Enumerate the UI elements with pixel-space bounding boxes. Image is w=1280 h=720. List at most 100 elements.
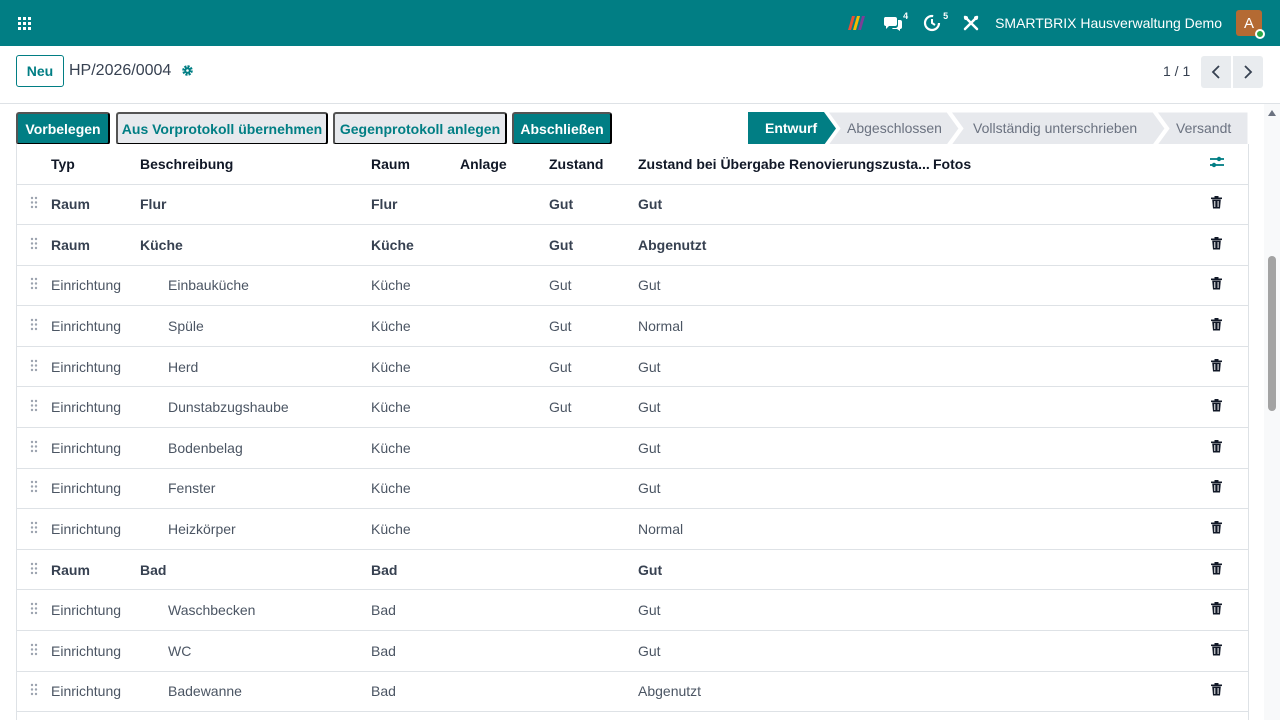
aus-vorprotokoll-button[interactable]: Aus Vorprotokoll übernehmen bbox=[116, 112, 328, 145]
cell-renovierungszustand[interactable] bbox=[789, 671, 933, 713]
cell-anlage[interactable] bbox=[460, 265, 549, 307]
cell-zustand[interactable]: Gut bbox=[549, 224, 638, 266]
cell-zustand-uebergabe[interactable]: Abgenutzt bbox=[638, 671, 789, 713]
drag-handle-icon[interactable] bbox=[17, 589, 51, 632]
cell-fotos[interactable] bbox=[933, 589, 1183, 632]
cell-fotos[interactable] bbox=[933, 346, 1183, 388]
table-row[interactable]: Raum Flur Flur Gut Gut bbox=[17, 184, 1248, 226]
cell-beschreibung[interactable]: Dunstabzugshaube bbox=[140, 386, 371, 429]
messages-button[interactable]: 4 bbox=[883, 0, 923, 46]
cell-zustand[interactable]: Gut bbox=[549, 346, 638, 388]
drag-handle-icon[interactable] bbox=[17, 468, 51, 510]
stage-versandt[interactable]: Versandt bbox=[1176, 120, 1231, 136]
scroll-thumb[interactable] bbox=[1268, 256, 1276, 411]
company-switcher[interactable]: SMARTBRIX Hausverwaltung Demo bbox=[995, 15, 1222, 31]
cell-raum[interactable]: Küche bbox=[371, 468, 460, 510]
cell-beschreibung[interactable] bbox=[140, 711, 371, 720]
column-zustand-uebergabe[interactable]: Zustand bei Übergabe bbox=[638, 144, 789, 185]
app-logo-icon[interactable] bbox=[847, 0, 869, 46]
cell-raum[interactable]: Bad bbox=[371, 630, 460, 672]
table-row[interactable]: Einrichtung Bodenbelag Küche Gut bbox=[17, 427, 1248, 469]
cell-fotos[interactable] bbox=[933, 711, 1183, 720]
drag-handle-icon[interactable] bbox=[17, 265, 51, 307]
cell-zustand-uebergabe[interactable]: Gut bbox=[638, 549, 789, 591]
scroll-up-arrow-icon[interactable] bbox=[1268, 110, 1276, 116]
cell-zustand[interactable] bbox=[549, 549, 638, 591]
table-row[interactable]: Raum Küche Küche Gut Abgenutzt bbox=[17, 224, 1248, 266]
trash-icon[interactable] bbox=[1183, 630, 1248, 672]
column-renovierungszustand[interactable]: Renovierungszusta... bbox=[789, 144, 933, 185]
cell-typ[interactable]: Einrichtung bbox=[51, 386, 140, 429]
gegenprotokoll-button[interactable]: Gegenprotokoll anlegen bbox=[333, 112, 507, 145]
cell-typ[interactable]: Einrichtung bbox=[51, 346, 140, 388]
stage-entwurf[interactable]: Entwurf bbox=[765, 120, 817, 136]
trash-icon[interactable] bbox=[1183, 184, 1248, 226]
cell-beschreibung[interactable]: Bad bbox=[140, 549, 371, 591]
drag-handle-icon[interactable] bbox=[17, 549, 51, 591]
cell-fotos[interactable] bbox=[933, 630, 1183, 672]
cell-zustand-uebergabe[interactable]: Gut bbox=[638, 386, 789, 429]
cell-renovierungszustand[interactable] bbox=[789, 508, 933, 550]
cell-beschreibung[interactable]: Herd bbox=[140, 346, 371, 388]
cell-zustand-uebergabe[interactable]: Gut bbox=[638, 468, 789, 510]
cell-fotos[interactable] bbox=[933, 671, 1183, 713]
cell-zustand-uebergabe[interactable]: Normal bbox=[638, 305, 789, 347]
cell-beschreibung[interactable]: Fenster bbox=[140, 468, 371, 510]
cell-anlage[interactable] bbox=[460, 224, 549, 266]
drag-handle-icon[interactable] bbox=[17, 671, 51, 713]
cell-renovierungszustand[interactable] bbox=[789, 184, 933, 226]
cell-zustand[interactable]: Gut bbox=[549, 265, 638, 307]
cell-raum[interactable]: Bad bbox=[371, 589, 460, 632]
pager-previous-button[interactable] bbox=[1201, 56, 1231, 88]
user-avatar[interactable]: A bbox=[1236, 10, 1265, 39]
cell-anlage[interactable] bbox=[460, 630, 549, 672]
cell-typ[interactable]: Raum bbox=[51, 224, 140, 266]
trash-icon[interactable] bbox=[1183, 549, 1248, 591]
new-button[interactable]: Neu bbox=[16, 55, 64, 87]
drag-handle-icon[interactable] bbox=[17, 711, 51, 720]
cell-zustand-uebergabe[interactable]: Normal bbox=[638, 508, 789, 550]
cell-fotos[interactable] bbox=[933, 508, 1183, 550]
trash-icon[interactable] bbox=[1183, 508, 1248, 550]
page-scrollbar[interactable] bbox=[1264, 104, 1280, 720]
cell-zustand-uebergabe[interactable]: Gut bbox=[638, 346, 789, 388]
gear-icon[interactable] bbox=[181, 64, 194, 80]
trash-icon[interactable] bbox=[1183, 265, 1248, 307]
table-row[interactable]: Einrichtung WC Bad Gut bbox=[17, 630, 1248, 672]
cell-typ[interactable]: Raum bbox=[51, 184, 140, 226]
cell-anlage[interactable] bbox=[460, 589, 549, 632]
cell-beschreibung[interactable]: Waschbecken bbox=[140, 589, 371, 632]
cell-fotos[interactable] bbox=[933, 184, 1183, 226]
table-row[interactable]: Einrichtung Dunstabzugshaube Küche Gut Gut bbox=[17, 386, 1248, 429]
cell-zustand-uebergabe[interactable]: Gut bbox=[638, 265, 789, 307]
cell-renovierungszustand[interactable] bbox=[789, 386, 933, 429]
cell-raum[interactable]: Küche bbox=[371, 386, 460, 429]
debug-tools-button[interactable] bbox=[963, 0, 989, 46]
cell-beschreibung[interactable]: Küche bbox=[140, 224, 371, 266]
cell-beschreibung[interactable]: Einbauküche bbox=[140, 265, 371, 307]
table-row[interactable]: Einrichtung Spüle Küche Gut Normal bbox=[17, 305, 1248, 347]
cell-typ[interactable]: Einrichtung bbox=[51, 305, 140, 347]
cell-typ[interactable]: Einrichtung bbox=[51, 589, 140, 632]
column-anlage[interactable]: Anlage bbox=[460, 144, 549, 185]
cell-fotos[interactable] bbox=[933, 468, 1183, 510]
cell-renovierungszustand[interactable] bbox=[789, 589, 933, 632]
activities-button[interactable]: 5 bbox=[923, 0, 963, 46]
cell-beschreibung[interactable]: Heizkörper bbox=[140, 508, 371, 550]
stage-vollstaendig-unterschrieben[interactable]: Vollständig unterschrieben bbox=[973, 120, 1137, 136]
cell-zustand-uebergabe[interactable] bbox=[638, 711, 789, 720]
table-row[interactable]: Raum Bad Bad Gut bbox=[17, 549, 1248, 591]
vorbelegen-button[interactable]: Vorbelegen bbox=[16, 112, 110, 145]
cell-beschreibung[interactable]: WC bbox=[140, 630, 371, 672]
cell-fotos[interactable] bbox=[933, 224, 1183, 266]
cell-anlage[interactable] bbox=[460, 346, 549, 388]
cell-raum[interactable]: Küche bbox=[371, 305, 460, 347]
cell-anlage[interactable] bbox=[460, 711, 549, 720]
trash-icon[interactable] bbox=[1183, 671, 1248, 713]
trash-icon[interactable] bbox=[1183, 346, 1248, 388]
pager-next-button[interactable] bbox=[1233, 56, 1263, 88]
cell-fotos[interactable] bbox=[933, 305, 1183, 347]
table-row[interactable] bbox=[17, 711, 1248, 720]
column-raum[interactable]: Raum bbox=[371, 144, 460, 185]
cell-renovierungszustand[interactable] bbox=[789, 427, 933, 469]
